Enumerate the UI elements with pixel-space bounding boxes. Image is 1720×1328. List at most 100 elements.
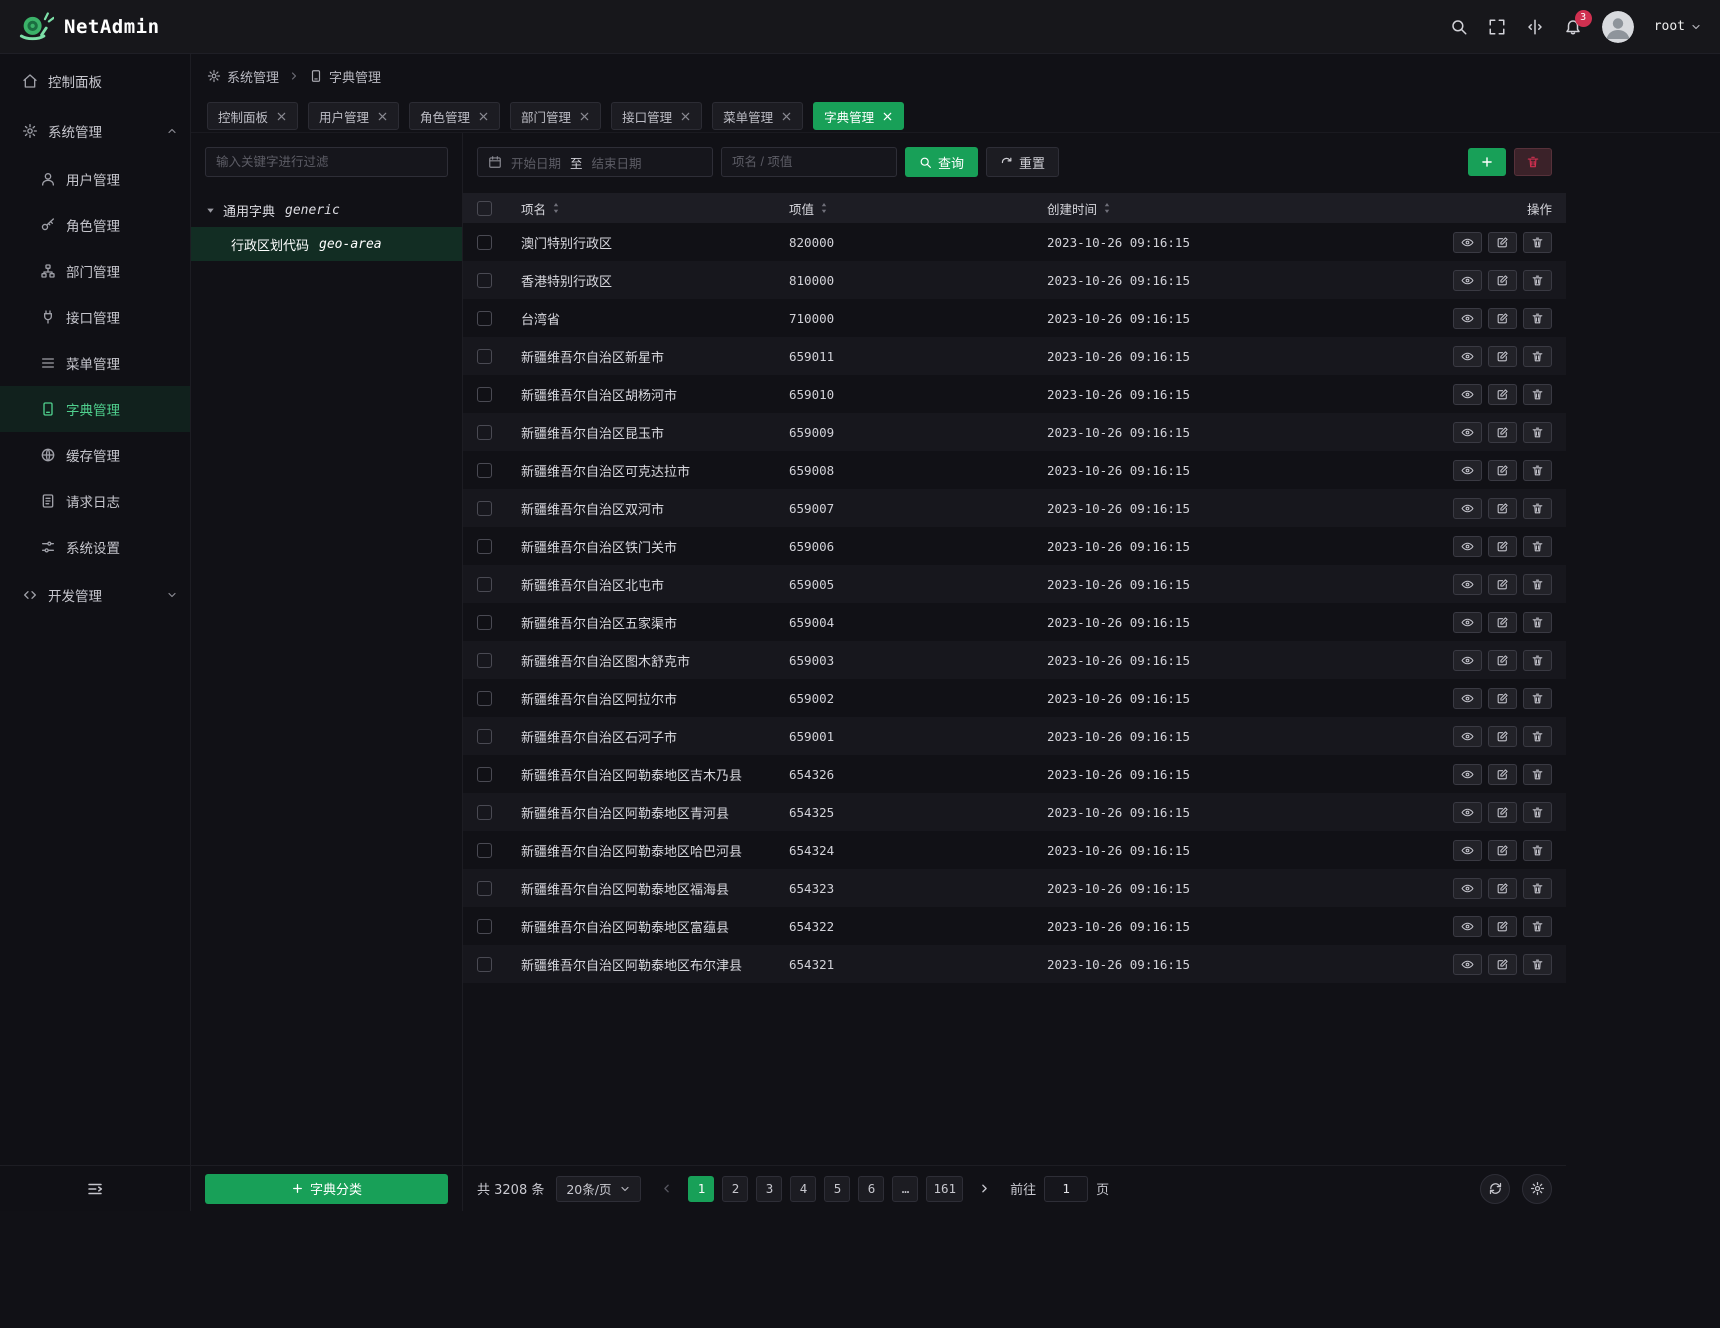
goto-page-input[interactable] bbox=[1044, 1176, 1088, 1202]
page-tab[interactable]: 部门管理 bbox=[510, 102, 601, 130]
edit-button[interactable] bbox=[1488, 498, 1517, 519]
batch-delete-button[interactable] bbox=[1514, 148, 1552, 176]
next-page-button[interactable] bbox=[971, 1176, 998, 1202]
panel-switch-icon[interactable] bbox=[1526, 18, 1544, 36]
edit-button[interactable] bbox=[1488, 916, 1517, 937]
page-size-select[interactable]: 20条/页 bbox=[556, 1176, 641, 1202]
delete-button[interactable] bbox=[1523, 764, 1552, 785]
view-button[interactable] bbox=[1453, 536, 1482, 557]
view-button[interactable] bbox=[1453, 612, 1482, 633]
tree-filter-input[interactable] bbox=[205, 147, 448, 177]
page-tab[interactable]: 字典管理 bbox=[813, 102, 904, 130]
date-range-picker[interactable]: 开始日期 至 结束日期 bbox=[477, 147, 713, 177]
column-header-name[interactable]: 项名 bbox=[521, 199, 789, 218]
page-button-last[interactable]: 161 bbox=[926, 1176, 963, 1202]
row-checkbox[interactable] bbox=[477, 691, 492, 706]
row-checkbox[interactable] bbox=[477, 425, 492, 440]
close-icon[interactable] bbox=[276, 111, 287, 122]
reset-button[interactable]: 重置 bbox=[986, 147, 1059, 177]
view-button[interactable] bbox=[1453, 422, 1482, 443]
delete-button[interactable] bbox=[1523, 954, 1552, 975]
edit-button[interactable] bbox=[1488, 726, 1517, 747]
edit-button[interactable] bbox=[1488, 232, 1517, 253]
edit-button[interactable] bbox=[1488, 460, 1517, 481]
row-checkbox[interactable] bbox=[477, 349, 492, 364]
close-icon[interactable] bbox=[478, 111, 489, 122]
sidebar-item-settings[interactable]: 系统设置 bbox=[0, 524, 190, 570]
page-button-4[interactable]: 4 bbox=[790, 1176, 816, 1202]
row-checkbox[interactable] bbox=[477, 387, 492, 402]
edit-button[interactable] bbox=[1488, 308, 1517, 329]
edit-button[interactable] bbox=[1488, 954, 1517, 975]
breadcrumb-item-system[interactable]: 系统管理 bbox=[207, 67, 279, 86]
page-button-5[interactable]: 5 bbox=[824, 1176, 850, 1202]
delete-button[interactable] bbox=[1523, 612, 1552, 633]
collapse-sidebar-button[interactable] bbox=[86, 1180, 104, 1198]
search-button[interactable]: 查询 bbox=[905, 147, 978, 177]
row-checkbox[interactable] bbox=[477, 843, 492, 858]
add-item-button[interactable] bbox=[1468, 148, 1506, 176]
page-tab[interactable]: 菜单管理 bbox=[712, 102, 803, 130]
edit-button[interactable] bbox=[1488, 878, 1517, 899]
sidebar-item-users[interactable]: 用户管理 bbox=[0, 156, 190, 202]
edit-button[interactable] bbox=[1488, 612, 1517, 633]
sort-icon[interactable] bbox=[549, 201, 563, 215]
sort-icon[interactable] bbox=[817, 201, 831, 215]
view-button[interactable] bbox=[1453, 878, 1482, 899]
row-checkbox[interactable] bbox=[477, 273, 492, 288]
view-button[interactable] bbox=[1453, 498, 1482, 519]
row-checkbox[interactable] bbox=[477, 653, 492, 668]
page-tab[interactable]: 接口管理 bbox=[611, 102, 702, 130]
view-button[interactable] bbox=[1453, 764, 1482, 785]
select-all-checkbox[interactable] bbox=[477, 201, 492, 216]
delete-button[interactable] bbox=[1523, 308, 1552, 329]
view-button[interactable] bbox=[1453, 688, 1482, 709]
view-button[interactable] bbox=[1453, 460, 1482, 481]
delete-button[interactable] bbox=[1523, 384, 1552, 405]
row-checkbox[interactable] bbox=[477, 463, 492, 478]
row-checkbox[interactable] bbox=[477, 235, 492, 250]
page-ellipsis-button[interactable]: … bbox=[892, 1176, 918, 1202]
view-button[interactable] bbox=[1453, 384, 1482, 405]
page-button-1[interactable]: 1 bbox=[688, 1176, 714, 1202]
sidebar-item-system[interactable]: 系统管理 bbox=[0, 106, 190, 156]
reload-table-button[interactable] bbox=[1480, 1174, 1510, 1204]
delete-button[interactable] bbox=[1523, 422, 1552, 443]
view-button[interactable] bbox=[1453, 954, 1482, 975]
notifications-button[interactable]: 3 bbox=[1564, 18, 1582, 36]
row-checkbox[interactable] bbox=[477, 615, 492, 630]
tree-node-geo-area[interactable]: 行政区划代码 geo-area bbox=[191, 227, 462, 261]
sidebar-item-menus[interactable]: 菜单管理 bbox=[0, 340, 190, 386]
row-checkbox[interactable] bbox=[477, 539, 492, 554]
add-dict-category-button[interactable]: 字典分类 bbox=[205, 1174, 448, 1204]
search-icon[interactable] bbox=[1450, 18, 1468, 36]
delete-button[interactable] bbox=[1523, 878, 1552, 899]
delete-button[interactable] bbox=[1523, 232, 1552, 253]
sidebar-item-api[interactable]: 接口管理 bbox=[0, 294, 190, 340]
row-checkbox[interactable] bbox=[477, 501, 492, 516]
view-button[interactable] bbox=[1453, 308, 1482, 329]
table-settings-button[interactable] bbox=[1522, 1174, 1552, 1204]
view-button[interactable] bbox=[1453, 726, 1482, 747]
edit-button[interactable] bbox=[1488, 688, 1517, 709]
delete-button[interactable] bbox=[1523, 726, 1552, 747]
delete-button[interactable] bbox=[1523, 536, 1552, 557]
column-header-created-time[interactable]: 创建时间 bbox=[1047, 199, 1432, 218]
delete-button[interactable] bbox=[1523, 840, 1552, 861]
close-icon[interactable] bbox=[781, 111, 792, 122]
sidebar-item-request-logs[interactable]: 请求日志 bbox=[0, 478, 190, 524]
edit-button[interactable] bbox=[1488, 536, 1517, 557]
view-button[interactable] bbox=[1453, 270, 1482, 291]
keyword-input[interactable] bbox=[721, 147, 897, 177]
view-button[interactable] bbox=[1453, 650, 1482, 671]
edit-button[interactable] bbox=[1488, 384, 1517, 405]
view-button[interactable] bbox=[1453, 346, 1482, 367]
delete-button[interactable] bbox=[1523, 460, 1552, 481]
column-header-value[interactable]: 项值 bbox=[789, 199, 1047, 218]
edit-button[interactable] bbox=[1488, 840, 1517, 861]
view-button[interactable] bbox=[1453, 574, 1482, 595]
page-button-3[interactable]: 3 bbox=[756, 1176, 782, 1202]
close-icon[interactable] bbox=[579, 111, 590, 122]
delete-button[interactable] bbox=[1523, 802, 1552, 823]
edit-button[interactable] bbox=[1488, 422, 1517, 443]
